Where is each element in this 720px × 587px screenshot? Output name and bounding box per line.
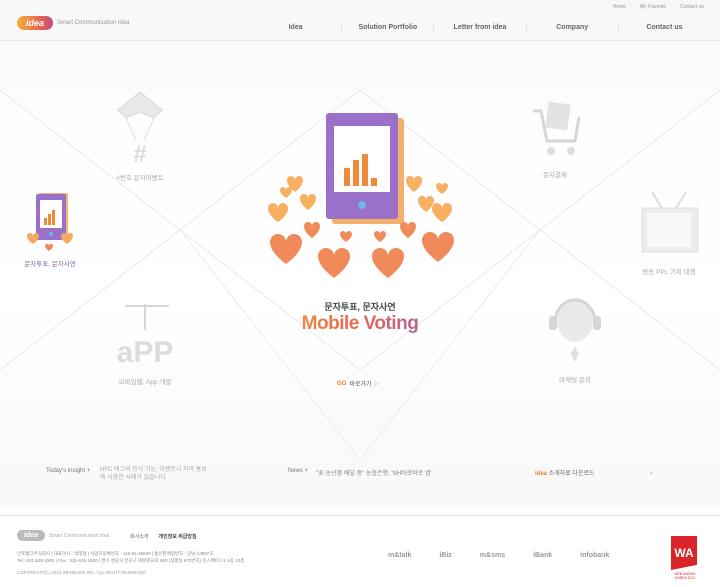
download-brand: idea: [535, 471, 548, 477]
go-text: 바로가기: [349, 382, 372, 388]
service-ppl-label: 방송 PPL 기획 대행: [642, 269, 696, 276]
download-arrow-icon: ›: [650, 471, 653, 477]
web-award-logo[interactable]: WA: [671, 536, 697, 570]
home-link[interactable]: Home: [613, 4, 626, 10]
mobile-voting-phone-hearts-icon: [268, 113, 454, 278]
featured-title-english: Mobile Voting: [260, 313, 460, 335]
footer-address: 인포뱅크주식회사 | 대표이사 : 박태형 | 사업자등록번호 : 116-81…: [17, 550, 244, 564]
nav-company[interactable]: Company: [525, 24, 618, 31]
nav-solution-portfolio[interactable]: Solution Portfolio: [341, 24, 433, 31]
family-site-ibiz[interactable]: iBiz: [439, 552, 451, 559]
nav-letter-from-idea[interactable]: Letter from idea: [433, 24, 525, 31]
family-site-msms[interactable]: m&sms: [480, 552, 505, 559]
footer-logo-tagline: Smart Communication idea: [49, 532, 110, 539]
svg-text:#: #: [133, 141, 146, 166]
site-logo[interactable]: idea Smart Communication idea: [17, 16, 129, 30]
footer: idea Smart Communication idea 회사소개 개인정보 …: [0, 515, 720, 587]
family-site-ibank[interactable]: iBank: [533, 552, 552, 559]
logo-tagline: Smart Communication idea: [57, 20, 130, 26]
shopping-cart-icon: [533, 101, 581, 155]
service-marketing[interactable]: 마케팅 문의: [535, 290, 615, 384]
utility-nav: Home My Favorite Contact us: [613, 4, 704, 10]
featured-title: 문자투표, 문자사연 Mobile Voting: [260, 300, 460, 335]
app-crane-icon: aPP: [117, 304, 174, 369]
svg-text:aPP: aPP: [117, 336, 174, 369]
family-site-mtalk[interactable]: m&talk: [388, 552, 411, 559]
footer-address-line-2: Tel : 031-628-1500 | Fax : 031-628-1600 …: [17, 558, 245, 563]
my-favorite-link[interactable]: My Favorite: [640, 4, 666, 10]
mobile-voting-small-icon: [27, 193, 73, 251]
insight-text[interactable]: NFC 태그의 인식 기능, 이벤트시 지역 홍보에 사용한 사례가 있습니다: [100, 466, 210, 480]
footer-logo-badge: idea: [17, 530, 45, 541]
insight-label[interactable]: Today's insight +: [46, 468, 90, 474]
featured-illustration[interactable]: [260, 110, 460, 290]
logo-badge: idea: [17, 16, 53, 30]
footer-link-privacy[interactable]: 개인정보 취급방침: [158, 533, 196, 540]
television-icon: [641, 191, 699, 253]
play-arrow-icon: ▷: [374, 381, 380, 387]
download-text: 소개자료 다운로드: [548, 471, 595, 477]
footer-links: 회사소개 개인정보 취급방침: [130, 533, 197, 540]
featured-title-korean: 문자투표, 문자사연: [324, 302, 396, 312]
news-label[interactable]: News +: [288, 468, 308, 474]
footer-link-company[interactable]: 회사소개: [130, 533, 148, 540]
service-voting[interactable]: 문자투표, 문자사연: [14, 192, 86, 268]
service-marketing-label: 마케팅 문의: [559, 377, 591, 384]
footer-address-line-1: 인포뱅크주식회사 | 대표이사 : 박태형 | 사업자등록번호 : 116-81…: [17, 551, 214, 556]
footer-copyright: COPYRIGHT(C) 2012 INFOBANK INC. ALL RIGH…: [17, 570, 146, 575]
contact-us-util-link[interactable]: Contact us: [680, 4, 704, 10]
page: Home My Favorite Contact us idea Smart C…: [0, 0, 720, 587]
news-headline[interactable]: "꽃·농산품 배달 중" 농협은행, 'NH바로바로 앱': [316, 468, 432, 477]
service-ppl[interactable]: 방송 PPL 기획 대행: [630, 188, 708, 276]
service-app-label: 모바일웹, App 개발: [118, 379, 172, 386]
service-payment[interactable]: 문자결제: [525, 95, 585, 179]
parachute-hash-icon: #: [117, 91, 163, 168]
service-payment-label: 문자결제: [543, 172, 567, 179]
service-app[interactable]: aPP 모바일웹, App 개발: [100, 300, 190, 386]
download-intro-link[interactable]: idea 소개자료 다운로드 ›: [535, 468, 652, 477]
footer-logo: idea Smart Communication idea: [17, 530, 109, 541]
headset-agent-icon: [549, 298, 601, 362]
service-event[interactable]: # #번호 문자이벤트: [100, 88, 180, 182]
family-site-infobank[interactable]: infobank: [580, 552, 609, 559]
nav-idea[interactable]: Idea: [250, 24, 341, 31]
go-shortcut-link[interactable]: GO 바로가기 ▷: [337, 379, 380, 389]
family-sites: m&talk iBiz m&sms iBank infobank: [388, 552, 609, 559]
web-award-text: WEB AWARD KOREA 2012: [674, 572, 696, 580]
service-event-label: #번호 문자이벤트: [116, 175, 164, 182]
info-bar: Today's insight + NFC 태그의 인식 기능, 이벤트시 지역…: [0, 463, 720, 489]
go-label: GO: [337, 380, 347, 387]
main-nav: Idea Solution Portfolio Letter from idea…: [250, 24, 710, 31]
nav-contact-us[interactable]: Contact us: [617, 24, 710, 31]
service-voting-label: 문자투표, 문자사연: [24, 261, 76, 268]
